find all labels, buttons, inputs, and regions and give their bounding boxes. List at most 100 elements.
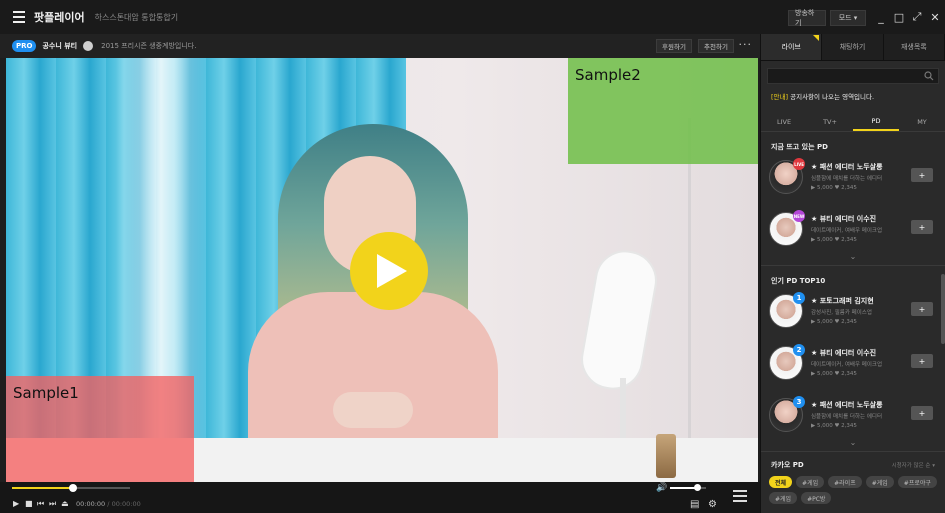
maximize-icon[interactable]: □ bbox=[892, 8, 906, 26]
pd-name: ★ 뷰티 에디터 이수진 bbox=[811, 349, 877, 357]
subtitle-icon[interactable]: ▤ bbox=[690, 499, 699, 510]
channel-name[interactable]: 공수니 뷰티 bbox=[42, 41, 77, 51]
pd-stats: ▶ 5,000 ♥ 2,345 bbox=[811, 319, 857, 325]
rank-badge: 2 bbox=[793, 344, 805, 356]
sample1-region: Sample1 bbox=[6, 376, 194, 482]
broadcast-button[interactable]: 방송하기 bbox=[788, 9, 826, 27]
add-user-icon: + bbox=[918, 356, 926, 366]
pd-name: ★ 포토그래퍼 김지현 bbox=[811, 297, 874, 305]
time-separator: / bbox=[107, 500, 110, 508]
pd-stats: ▶ 5,000 ♥ 2,345 bbox=[811, 185, 857, 191]
add-user-icon: + bbox=[918, 408, 926, 418]
title-bar: 팟플레이어 하스스톤대암 통합통합기 방송하기 모드 ▾ _ □ ⤢ ✕ bbox=[0, 0, 945, 34]
recommend-button[interactable]: 추천하기 bbox=[698, 39, 734, 53]
playlist-icon[interactable] bbox=[733, 490, 747, 502]
seek-bar-thumb[interactable] bbox=[69, 484, 78, 492]
list-item[interactable]: 2 ★ 뷰티 에디터 이수진 데이트메이커, 여배우 메이크업 ▶ 5,000 … bbox=[769, 344, 937, 390]
volume-slider-thumb[interactable] bbox=[694, 484, 701, 491]
sample2-region: Sample2 bbox=[568, 58, 758, 164]
list-item[interactable]: 3 ★ 패션 에디터 노두살롱 심플함에 매치를 더하는 에디터 ▶ 5,000… bbox=[769, 396, 937, 442]
tab-pd[interactable]: PD bbox=[853, 112, 899, 131]
seek-bar[interactable] bbox=[12, 484, 130, 492]
list-item[interactable]: 1 ★ 포토그래퍼 김지현 감성사진, 필름카 페이스업 ▶ 5,000 ♥ 2… bbox=[769, 292, 937, 338]
rank-badge: 1 bbox=[793, 292, 805, 304]
next-icon[interactable]: ⏭ bbox=[49, 499, 56, 509]
time-total: 00:00:00 bbox=[111, 500, 141, 508]
eject-icon[interactable]: ⏏ bbox=[61, 499, 69, 509]
tag-chip[interactable]: #라이프 bbox=[828, 476, 862, 488]
rank-badge: 3 bbox=[793, 396, 805, 408]
sort-dropdown[interactable]: 시청자가 많은 순 ▾ bbox=[892, 461, 935, 469]
kakao-talk-icon[interactable] bbox=[83, 41, 94, 51]
presenter-hands bbox=[333, 392, 413, 428]
tag-chip[interactable]: #프로야구 bbox=[897, 476, 937, 488]
volume-icon[interactable]: 🔊 bbox=[656, 483, 667, 493]
pd-name: ★ 패션 에디터 노두살롱 bbox=[811, 163, 883, 171]
sample2-label: Sample2 bbox=[575, 66, 641, 84]
tab-chat[interactable]: 채팅하기 bbox=[822, 34, 884, 60]
fullscreen-icon[interactable]: ⤢ bbox=[910, 8, 924, 26]
previous-icon[interactable]: ⏮ bbox=[37, 499, 44, 509]
sidebar-tabs: 라이브 채팅하기 재생목록 bbox=[761, 34, 945, 61]
pd-stats: ▶ 5,000 ♥ 2,345 bbox=[811, 423, 857, 429]
video-bottle bbox=[656, 434, 676, 478]
time-display: 00:00:00 / 00:00:00 bbox=[76, 500, 141, 508]
tab-live[interactable]: 라이브 bbox=[761, 34, 823, 60]
list-item[interactable]: NEW ★ 뷰티 에디터 이수진 데이트메이커, 여배우 메이크업 ▶ 5,00… bbox=[769, 210, 937, 256]
pd-description: 데이트메이커, 여배우 메이크업 bbox=[811, 228, 883, 234]
gear-icon[interactable]: ⚙ bbox=[708, 499, 717, 510]
search-input[interactable] bbox=[768, 75, 938, 89]
new-badge: NEW bbox=[793, 210, 805, 222]
seek-bar-fill bbox=[12, 487, 74, 489]
play-small-icon[interactable]: ▶ bbox=[13, 499, 19, 509]
pd-name: ★ 뷰티 에디터 이수진 bbox=[811, 215, 877, 223]
pd-stats: ▶ 5,000 ♥ 2,345 bbox=[811, 237, 857, 243]
volume-slider-fill bbox=[670, 487, 697, 489]
add-user-icon: + bbox=[918, 304, 926, 314]
add-friend-button[interactable]: + bbox=[911, 220, 933, 234]
broadcast-title: 2015 프리시즌 생중계방입니다. bbox=[101, 42, 197, 50]
stop-icon[interactable]: ■ bbox=[25, 499, 33, 509]
tab-my[interactable]: MY bbox=[899, 112, 945, 131]
add-friend-button[interactable]: + bbox=[911, 302, 933, 316]
add-friend-button[interactable]: + bbox=[911, 168, 933, 182]
play-icon bbox=[377, 254, 407, 288]
sidebar-scrollbar[interactable] bbox=[941, 274, 945, 344]
notice-text: 공지사항이 나오는 영역입니다. bbox=[788, 93, 875, 101]
mode-dropdown[interactable]: 모드 ▾ bbox=[830, 10, 866, 26]
pro-badge: PRO bbox=[12, 40, 37, 52]
trending-pd-title: 지금 뜨고 있는 PD bbox=[771, 143, 828, 151]
tag-chip[interactable]: #PC방 bbox=[801, 492, 832, 504]
donate-button[interactable]: 후원하기 bbox=[656, 39, 692, 53]
list-item[interactable]: LIVE ★ 패션 에디터 노두살롱 심플함에 매치를 더하는 에디터 ▶ 5,… bbox=[769, 158, 937, 204]
video-canvas[interactable]: Sample1 Sample2 bbox=[6, 58, 758, 482]
more-options-icon[interactable]: ··· bbox=[739, 38, 753, 51]
search-box bbox=[767, 68, 939, 89]
play-button[interactable] bbox=[350, 232, 428, 310]
search-icon[interactable] bbox=[924, 71, 934, 81]
close-icon[interactable]: ✕ bbox=[928, 8, 942, 26]
tag-chip-all[interactable]: 전체 bbox=[769, 476, 793, 488]
minimize-icon[interactable]: _ bbox=[874, 8, 888, 26]
right-sidebar: 라이브 채팅하기 재생목록 [안내] 공지사항이 나오는 영역입니다. LIVE… bbox=[760, 34, 945, 513]
pd-description: 심플함에 매치를 더하는 에디터 bbox=[811, 176, 883, 182]
tag-chip[interactable]: #게임 bbox=[796, 476, 825, 488]
pd-description: 데이트메이커, 여배우 메이크업 bbox=[811, 362, 883, 368]
tag-chip[interactable]: #게임 bbox=[865, 476, 894, 488]
tab-tvplus[interactable]: TV+ bbox=[807, 112, 853, 131]
tab-playlist[interactable]: 재생목록 bbox=[884, 34, 945, 60]
pd-stats: ▶ 5,000 ♥ 2,345 bbox=[811, 371, 857, 377]
tag-chip[interactable]: #게임 bbox=[769, 492, 798, 504]
channel-info-bar: PRO 공수니 뷰티 2015 프리시즌 생중계방입니다. 후원하기 추천하기 … bbox=[0, 34, 760, 58]
sample1-label: Sample1 bbox=[13, 384, 79, 402]
top-pd-title: 인기 PD TOP10 bbox=[771, 277, 826, 285]
add-friend-button[interactable]: + bbox=[911, 354, 933, 368]
app-title: 팟플레이어 bbox=[34, 11, 85, 24]
volume-slider[interactable] bbox=[670, 484, 706, 491]
player-controls: ▶ ■ ⏮ ⏭ ⏏ 00:00:00 / 00:00:00 🔊 ▤ ⚙ bbox=[0, 482, 760, 513]
add-friend-button[interactable]: + bbox=[911, 406, 933, 420]
tab-live-category[interactable]: LIVE bbox=[761, 112, 807, 131]
category-tabs: LIVE TV+ PD MY bbox=[761, 112, 945, 132]
hamburger-menu-icon[interactable] bbox=[6, 0, 32, 34]
pd-description: 심플함에 매치를 더하는 에디터 bbox=[811, 414, 883, 420]
